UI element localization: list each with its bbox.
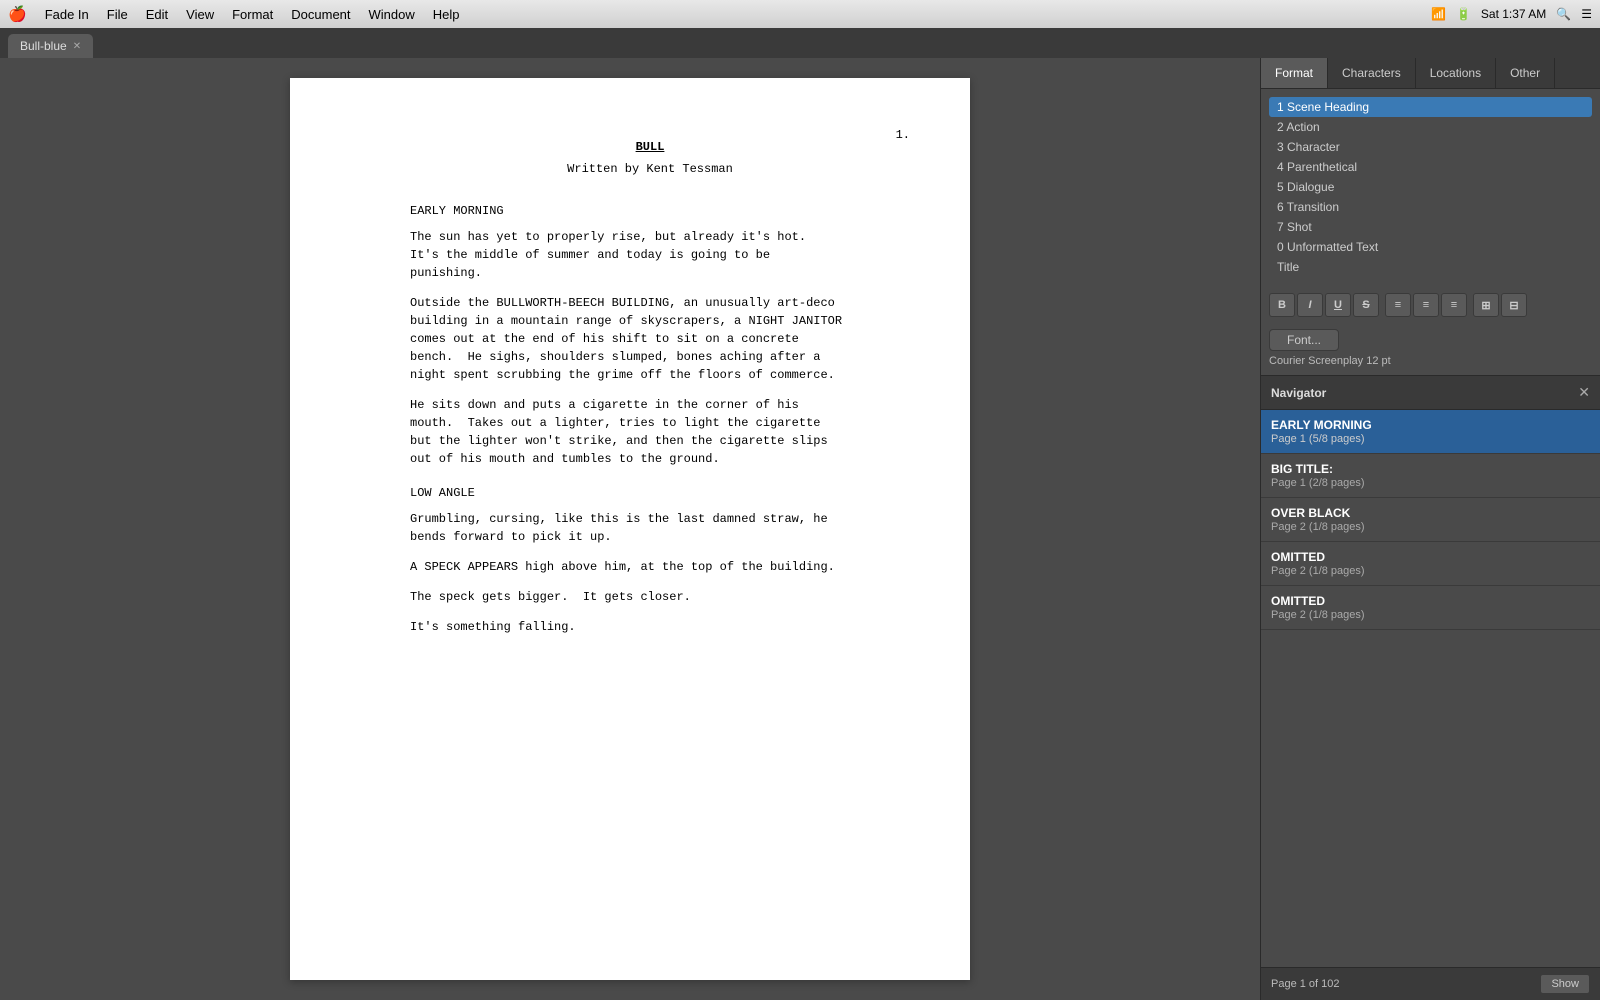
tab-close-button[interactable]: ✕ [73, 41, 81, 52]
script-action[interactable]: The sun has yet to properly rise, but al… [410, 228, 890, 282]
font-info: Courier Screenplay 12 pt [1269, 355, 1592, 367]
font-button[interactable]: Font... [1269, 329, 1339, 351]
battery-icon: 🔋 [1456, 7, 1471, 21]
nav-item-title: EARLY MORNING [1271, 418, 1590, 432]
navigator-close-button[interactable]: ✕ [1578, 384, 1590, 401]
tab-bar: Bull-blue ✕ [0, 28, 1600, 58]
navigator-list-item[interactable]: OMITTED Page 2 (1/8 pages) [1261, 586, 1600, 630]
script-byline: Written by Kent Tessman [410, 160, 890, 178]
navigator-list-item[interactable]: EARLY MORNING Page 1 (5/8 pages) [1261, 410, 1600, 454]
tab-label: Bull-blue [20, 39, 67, 53]
navigator-title: Navigator [1271, 386, 1326, 400]
navigator-list: EARLY MORNING Page 1 (5/8 pages) BIG TIT… [1261, 410, 1600, 967]
format-list-item[interactable]: 2 Action [1269, 117, 1592, 137]
nav-item-sub: Page 2 (1/8 pages) [1271, 565, 1590, 577]
script-shot[interactable]: EARLY MORNING [410, 202, 890, 220]
script-action[interactable]: Outside the BULLWORTH-BEECH BUILDING, an… [410, 294, 890, 384]
format-panel: Format Characters Locations Other 1 Scen… [1261, 58, 1600, 376]
script-action[interactable]: It's something falling. [410, 618, 890, 636]
list-icon[interactable]: ☰ [1581, 7, 1592, 21]
align-right-button[interactable]: ≡ [1441, 293, 1467, 317]
nav-item-title: OVER BLACK [1271, 506, 1590, 520]
script-title: BULL [410, 138, 890, 156]
menu-file[interactable]: File [99, 5, 136, 24]
nav-item-sub: Page 1 (2/8 pages) [1271, 477, 1590, 489]
tab-other[interactable]: Other [1496, 58, 1555, 88]
script-page: 1. BULL Written by Kent Tessman EARLY MO… [290, 78, 970, 980]
menu-format[interactable]: Format [224, 5, 281, 24]
script-content: BULL Written by Kent Tessman EARLY MORNI… [410, 138, 890, 636]
menu-right-items: 📶 🔋 Sat 1:37 AM 🔍 ☰ [1431, 7, 1592, 21]
text-style-buttons: B I U S [1269, 293, 1379, 317]
layout-buttons: ⊞ ⊟ [1473, 293, 1527, 317]
menu-edit[interactable]: Edit [138, 5, 176, 24]
format-list-item[interactable]: 6 Transition [1269, 197, 1592, 217]
navigator-list-item[interactable]: OMITTED Page 2 (1/8 pages) [1261, 542, 1600, 586]
italic-button[interactable]: I [1297, 293, 1323, 317]
nav-item-sub: Page 2 (1/8 pages) [1271, 609, 1590, 621]
tab-bull-blue[interactable]: Bull-blue ✕ [8, 34, 93, 58]
apple-logo-icon: 🍎 [8, 5, 27, 23]
script-action[interactable]: Grumbling, cursing, like this is the las… [410, 510, 890, 546]
menu-help[interactable]: Help [425, 5, 468, 24]
nav-show-button[interactable]: Show [1540, 974, 1590, 994]
main-area: 1. BULL Written by Kent Tessman EARLY MO… [0, 58, 1600, 1000]
script-body[interactable]: EARLY MORNING The sun has yet to properly… [410, 202, 890, 636]
navigator-list-item[interactable]: BIG TITLE: Page 1 (2/8 pages) [1261, 454, 1600, 498]
format-list-item[interactable]: 5 Dialogue [1269, 177, 1592, 197]
font-row: Font... Courier Screenplay 12 pt [1261, 325, 1600, 375]
nav-item-title: BIG TITLE: [1271, 462, 1590, 476]
script-action[interactable]: The speck gets bigger. It gets closer. [410, 588, 890, 606]
nav-item-title: OMITTED [1271, 594, 1590, 608]
format-toolbar: B I U S ≡ ≡ ≡ ⊞ ⊟ [1261, 285, 1600, 325]
navigator-panel: Navigator ✕ EARLY MORNING Page 1 (5/8 pa… [1261, 376, 1600, 1000]
tab-characters[interactable]: Characters [1328, 58, 1416, 88]
script-scroll[interactable]: 1. BULL Written by Kent Tessman EARLY MO… [0, 58, 1260, 1000]
menu-bar: 🍎 Fade In File Edit View Format Document… [0, 0, 1600, 28]
format-list-item[interactable]: 3 Character [1269, 137, 1592, 157]
page-number: 1. [896, 128, 910, 142]
align-left-button[interactable]: ≡ [1385, 293, 1411, 317]
script-action[interactable]: He sits down and puts a cigarette in the… [410, 396, 890, 468]
nav-item-title: OMITTED [1271, 550, 1590, 564]
menu-window[interactable]: Window [361, 5, 423, 24]
time-display: Sat 1:37 AM [1481, 7, 1546, 21]
format-list-item[interactable]: 7 Shot [1269, 217, 1592, 237]
format-list-item[interactable]: 1 Scene Heading [1269, 97, 1592, 117]
align-center-button[interactable]: ≡ [1413, 293, 1439, 317]
script-action[interactable]: A SPECK APPEARS high above him, at the t… [410, 558, 890, 576]
nav-page-info: Page 1 of 102 [1271, 978, 1340, 990]
search-icon[interactable]: 🔍 [1556, 7, 1571, 21]
navigator-header: Navigator ✕ [1261, 376, 1600, 410]
navigator-list-item[interactable]: OVER BLACK Page 2 (1/8 pages) [1261, 498, 1600, 542]
format-list-item[interactable]: 0 Unformatted Text [1269, 237, 1592, 257]
align-buttons: ≡ ≡ ≡ [1385, 293, 1467, 317]
script-shot[interactable]: LOW ANGLE [410, 484, 890, 502]
menu-view[interactable]: View [178, 5, 222, 24]
script-editor-area: 1. BULL Written by Kent Tessman EARLY MO… [0, 58, 1260, 1000]
underline-button[interactable]: U [1325, 293, 1351, 317]
tab-locations[interactable]: Locations [1416, 58, 1496, 88]
format-list-item[interactable]: Title [1269, 257, 1592, 277]
bold-button[interactable]: B [1269, 293, 1295, 317]
panel-tabs: Format Characters Locations Other [1261, 58, 1600, 89]
menu-document[interactable]: Document [283, 5, 358, 24]
format-list-item[interactable]: 4 Parenthetical [1269, 157, 1592, 177]
menu-fadein[interactable]: Fade In [37, 5, 97, 24]
nav-item-sub: Page 1 (5/8 pages) [1271, 433, 1590, 445]
navigator-footer: Page 1 of 102 Show [1261, 967, 1600, 1000]
tab-format[interactable]: Format [1261, 58, 1328, 88]
nav-item-sub: Page 2 (1/8 pages) [1271, 521, 1590, 533]
outdent-button[interactable]: ⊟ [1501, 293, 1527, 317]
strikethrough-button[interactable]: S [1353, 293, 1379, 317]
wifi-icon: 📶 [1431, 7, 1446, 21]
format-list: 1 Scene Heading2 Action3 Character4 Pare… [1261, 89, 1600, 285]
indent-button[interactable]: ⊞ [1473, 293, 1499, 317]
right-panel: Format Characters Locations Other 1 Scen… [1260, 58, 1600, 1000]
